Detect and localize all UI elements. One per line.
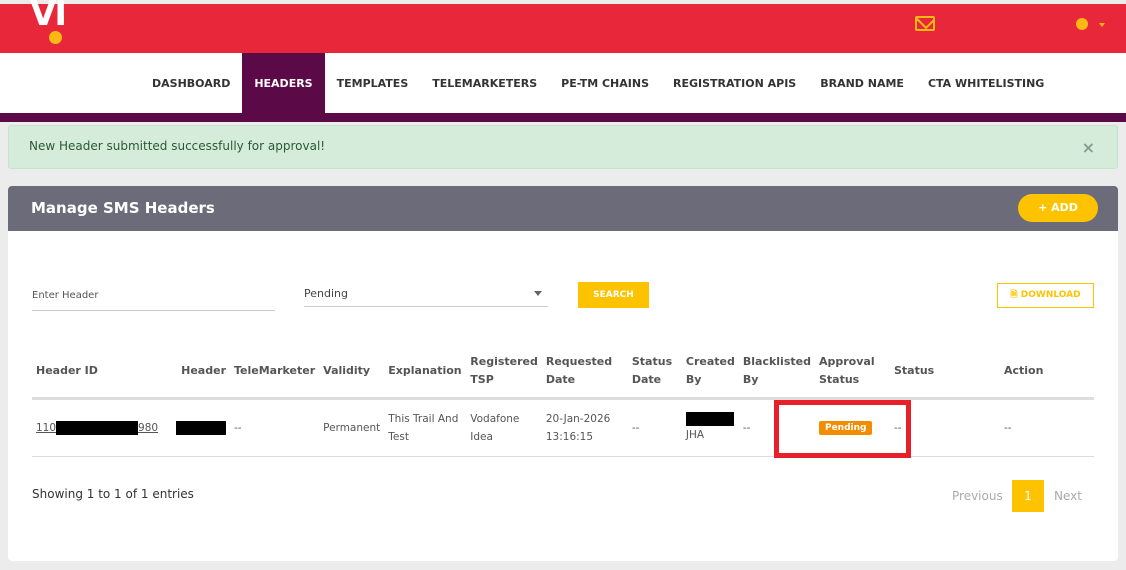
col-action[interactable]: Action	[999, 346, 1094, 400]
status-value: Pending	[304, 287, 348, 300]
col-validity[interactable]: Validity	[319, 346, 385, 400]
col-requested-date[interactable]: Requested Date	[541, 346, 628, 400]
col-header[interactable]: Header	[172, 346, 230, 400]
download-label: DOWNLOAD	[1020, 290, 1081, 300]
id-suffix: 980	[138, 421, 159, 434]
nav-telemarketers[interactable]: TELEMARKETERS	[420, 53, 549, 113]
telemarketer-cell: --	[230, 398, 320, 457]
page-1-button[interactable]: 1	[1012, 480, 1044, 512]
previous-button[interactable]: Previous	[952, 489, 1003, 503]
nav-cta-whitelisting[interactable]: CTA WHITELISTING	[916, 53, 1056, 113]
col-tsp[interactable]: Registered TSP	[466, 346, 542, 400]
nav-registration-apis[interactable]: REGISTRATION APIS	[661, 53, 808, 113]
top-bar: VI	[0, 0, 1126, 53]
nav-dashboard[interactable]: DASHBOARD	[140, 53, 242, 113]
header-id-link[interactable]: 110 980	[32, 398, 172, 457]
col-blacklisted-by[interactable]: Blacklisted By	[738, 346, 815, 400]
redaction	[685, 411, 734, 426]
validity-cell: Permanent	[319, 398, 385, 457]
status-date-cell: --	[627, 398, 682, 457]
headers-card: Manage SMS Headers + ADD Enter Header Pe…	[8, 186, 1118, 561]
download-button[interactable]: 🗎 DOWNLOAD	[997, 283, 1094, 308]
highlight-box	[774, 400, 911, 458]
nav-pe-tm-chains[interactable]: PE-TM CHAINS	[549, 53, 661, 113]
chevron-down-icon	[534, 291, 542, 300]
header-input[interactable]: Enter Header	[32, 284, 275, 311]
explanation-cell: This Trail And Test	[384, 398, 467, 457]
nav-templates[interactable]: TEMPLATES	[325, 53, 421, 113]
logo-dot	[49, 31, 62, 44]
plus-icon: +	[1038, 201, 1048, 214]
created-by-cell: JHA	[681, 398, 739, 457]
close-icon[interactable]: ×	[1082, 138, 1095, 157]
mail-icon[interactable]	[915, 16, 935, 31]
nav-brand-name[interactable]: BRAND NAME	[808, 53, 916, 113]
redaction	[56, 420, 139, 435]
col-explanation[interactable]: Explanation	[384, 346, 467, 400]
col-approval-status[interactable]: Approval Status	[814, 346, 890, 400]
col-status-date[interactable]: Status Date	[627, 346, 682, 400]
nav-headers[interactable]: HEADERS	[242, 53, 325, 113]
add-button[interactable]: + ADD	[1018, 194, 1098, 222]
col-header-id[interactable]: Header ID	[32, 346, 172, 400]
col-status[interactable]: Status	[889, 346, 1000, 400]
card-title: Manage SMS Headers	[8, 186, 1118, 231]
table-header-row: Header ID Header TeleMarketer Validity E…	[32, 346, 1094, 400]
created-by-name: JHA	[685, 428, 705, 441]
col-created-by[interactable]: Created By	[681, 346, 739, 400]
col-telemarketer[interactable]: TeleMarketer	[230, 346, 320, 400]
search-button[interactable]: SEARCH	[578, 282, 649, 308]
next-button[interactable]: Next	[1054, 489, 1082, 503]
requested-date-cell: 20-Jan-2026 13:16:15	[541, 398, 628, 457]
alert-message: New Header submitted successfully for ap…	[29, 139, 326, 153]
action-cell: --	[999, 398, 1094, 457]
success-alert: New Header submitted successfully for ap…	[8, 125, 1118, 169]
headers-table: Header ID Header TeleMarketer Validity E…	[32, 346, 1094, 457]
table-row: 110 980 -- Permanent This Trail And Test …	[32, 398, 1094, 457]
tsp-cell: Vodafone Idea	[466, 398, 542, 457]
redaction	[176, 420, 226, 435]
main-nav: DASHBOARD HEADERS TEMPLATES TELEMARKETER…	[0, 53, 1126, 113]
user-icon[interactable]	[1076, 18, 1088, 30]
status-select[interactable]: Pending	[304, 282, 548, 307]
excel-file-icon: 🗎	[1010, 290, 1018, 300]
nav-underline	[0, 113, 1126, 122]
entries-info: Showing 1 to 1 of 1 entries	[32, 487, 194, 501]
id-prefix: 110	[36, 421, 57, 434]
add-label: ADD	[1051, 201, 1078, 214]
header-cell	[172, 398, 230, 457]
chevron-down-icon[interactable]	[1099, 23, 1105, 30]
vi-logo[interactable]: VI	[30, 0, 67, 31]
